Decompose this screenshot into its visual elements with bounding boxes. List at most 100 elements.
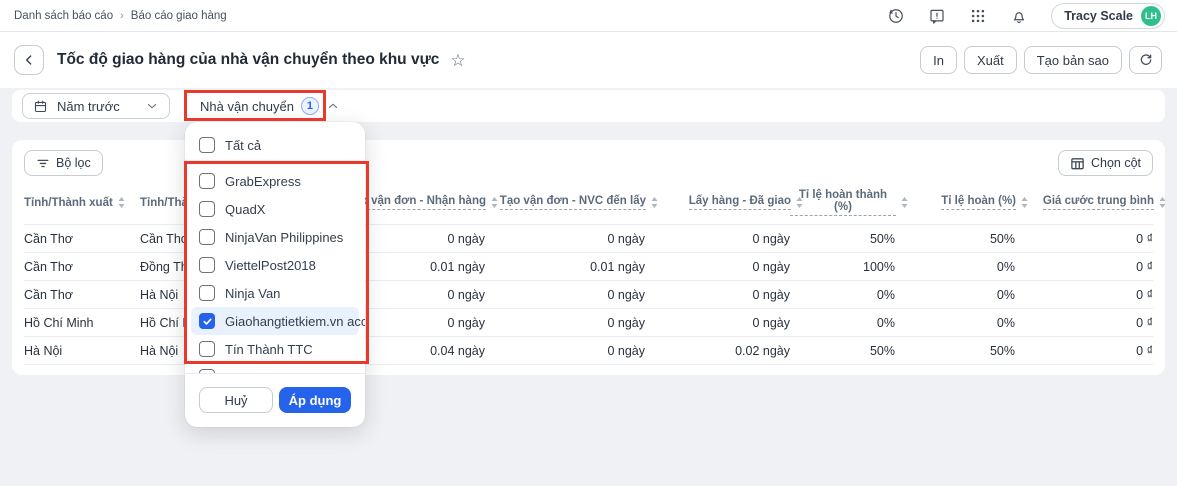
period-filter-dropdown[interactable]: Năm trước	[22, 93, 170, 119]
sort-icon	[1021, 197, 1028, 208]
cell-avg-fee: 0 ₫	[1015, 225, 1153, 253]
cell-return-rate: 0%	[895, 281, 1015, 309]
user-name: Tracy Scale	[1064, 9, 1133, 23]
option-label: Giaohangtietkiem.vn acc...	[225, 314, 365, 329]
dropdown-option-grabexpress[interactable]: GrabExpress	[185, 167, 365, 195]
cell-completion-rate: 50%	[790, 337, 895, 365]
checkbox-unchecked[interactable]	[199, 137, 215, 153]
apply-button[interactable]: Áp dụng	[279, 387, 351, 413]
cell-pickup-delivered: 0 ngày	[645, 253, 790, 281]
page-header: Tốc độ giao hàng của nhà vận chuyển theo…	[0, 32, 1177, 88]
cell-pickup-delivered: 0 ngày	[645, 281, 790, 309]
cell-create-pickup: 0 ngày	[485, 309, 645, 337]
checkbox-checked[interactable]	[199, 313, 215, 329]
breadcrumb: Danh sách báo cáo › Báo cáo giao hàng	[14, 10, 227, 22]
sort-icon	[651, 197, 658, 208]
user-menu[interactable]: Tracy Scale LH	[1051, 3, 1165, 29]
choose-columns-label: Chọn cột	[1091, 156, 1141, 170]
breadcrumb-separator: ›	[120, 10, 124, 22]
back-button[interactable]	[14, 45, 44, 75]
cell-origin: Hà Nội	[24, 337, 140, 365]
cell-avg-fee: 0 ₫	[1015, 337, 1153, 365]
filter-button-label: Bộ lọc	[56, 156, 91, 170]
breadcrumb-reports-list[interactable]: Danh sách báo cáo	[14, 10, 113, 22]
history-icon[interactable]	[887, 7, 905, 25]
col-header-create-pickup[interactable]: Tạo vận đơn - NVC đến lấy	[485, 185, 645, 225]
cell-avg-fee: 0 ₫	[1015, 253, 1153, 281]
checkbox-unchecked[interactable]	[199, 285, 215, 301]
dropdown-footer: Huỷ Áp dụng	[185, 373, 365, 427]
cell-return-rate: 50%	[895, 337, 1015, 365]
checkbox-unchecked[interactable]	[199, 173, 215, 189]
cell-create-pickup: 0 ngày	[485, 281, 645, 309]
cell-create-pickup: 0 ngày	[485, 337, 645, 365]
cell-pickup-delivered: 0 ngày	[645, 309, 790, 337]
duplicate-button[interactable]: Tạo bản sao	[1024, 46, 1122, 74]
cell-avg-fee: 0 ₫	[1015, 309, 1153, 337]
checkbox-unchecked[interactable]	[199, 369, 215, 373]
checkbox-unchecked[interactable]	[199, 257, 215, 273]
option-label: NinjaVan Philippines	[225, 230, 343, 245]
dropdown-option-quadx[interactable]: QuadX	[185, 195, 365, 223]
apps-grid-icon[interactable]	[969, 7, 987, 25]
dropdown-option-giaohangtietkiem[interactable]: Giaohangtietkiem.vn acc...	[191, 307, 359, 335]
print-button[interactable]: In	[920, 46, 957, 74]
filter-bar: Năm trước Nhà vận chuyển 1	[12, 90, 1165, 122]
topbar: Danh sách báo cáo › Báo cáo giao hàng	[0, 0, 1177, 32]
topbar-actions: Tracy Scale LH	[887, 3, 1165, 29]
dropdown-option-ninja-van[interactable]: Ninja Van	[185, 279, 365, 307]
carrier-filter-dropdown[interactable]: Nhà vận chuyển 1	[194, 93, 346, 119]
col-header-origin[interactable]: Tỉnh/Thành xuất	[24, 185, 140, 225]
option-label: Ninja Van	[225, 286, 280, 301]
sort-icon	[491, 197, 498, 208]
carrier-filter-label: Nhà vận chuyển	[200, 99, 294, 114]
notifications-bell-icon[interactable]	[1010, 7, 1028, 25]
dropdown-option-select-all[interactable]: Tất cả	[185, 130, 365, 160]
feedback-icon[interactable]	[928, 7, 946, 25]
breadcrumb-delivery-report[interactable]: Báo cáo giao hàng	[131, 10, 227, 22]
filter-lines-icon	[36, 156, 50, 170]
cell-avg-fee: 0 ₫	[1015, 281, 1153, 309]
cell-origin: Cần Thơ	[24, 281, 140, 309]
cell-completion-rate: 50%	[790, 225, 895, 253]
col-header-avg-fee[interactable]: Giá cước trung bình	[1015, 185, 1153, 225]
filter-button[interactable]: Bộ lọc	[24, 150, 103, 176]
cell-pickup-delivered: 0 ngày	[645, 225, 790, 253]
dropdown-option-tin-thanh-ttc[interactable]: Tín Thành TTC	[185, 335, 365, 363]
cancel-button[interactable]: Huỷ	[199, 387, 273, 413]
cell-completion-rate: 0%	[790, 281, 895, 309]
option-label: QuadX	[225, 202, 265, 217]
checkbox-unchecked[interactable]	[199, 229, 215, 245]
refresh-icon	[1138, 52, 1154, 68]
col-header-pickup-delivered[interactable]: Lấy hàng - Đã giao	[645, 185, 790, 225]
checkbox-unchecked[interactable]	[199, 341, 215, 357]
sort-icon	[1159, 197, 1166, 208]
option-label: GrabExpress	[225, 174, 301, 189]
choose-columns-button[interactable]: Chọn cột	[1058, 150, 1153, 176]
avatar: LH	[1141, 6, 1161, 26]
option-label: ViettelPost2018	[225, 258, 316, 273]
calendar-icon	[33, 99, 48, 114]
favorite-star-icon[interactable]: ☆	[450, 52, 465, 69]
cell-pickup-delivered: 0.02 ngày	[645, 337, 790, 365]
dropdown-option-ninjavan-philippines[interactable]: NinjaVan Philippines	[185, 223, 365, 251]
cell-return-rate: 0%	[895, 253, 1015, 281]
dropdown-option-partial[interactable]: VNP	[185, 363, 365, 373]
carrier-filter-count-badge: 1	[301, 97, 319, 115]
cell-return-rate: 0%	[895, 309, 1015, 337]
chevron-down-icon	[145, 99, 159, 113]
page-title: Tốc độ giao hàng của nhà vận chuyển theo…	[57, 51, 439, 69]
refresh-button[interactable]	[1129, 46, 1162, 74]
chevron-up-icon	[326, 99, 340, 113]
cell-return-rate: 50%	[895, 225, 1015, 253]
col-header-completion-rate[interactable]: Tỉ lệ hoàn thành (%)	[790, 185, 895, 225]
sort-icon	[901, 197, 908, 208]
option-label: Tín Thành TTC	[225, 342, 313, 357]
option-label: Tất cả	[225, 138, 261, 153]
export-button[interactable]: Xuất	[964, 46, 1017, 74]
dropdown-option-viettelpost2018[interactable]: ViettelPost2018	[185, 251, 365, 279]
option-label: VNP	[225, 370, 252, 374]
carrier-dropdown-panel: Tất cả GrabExpress QuadX NinjaVan Philip…	[185, 122, 365, 427]
col-header-return-rate[interactable]: Tỉ lệ hoàn (%)	[895, 185, 1015, 225]
checkbox-unchecked[interactable]	[199, 201, 215, 217]
